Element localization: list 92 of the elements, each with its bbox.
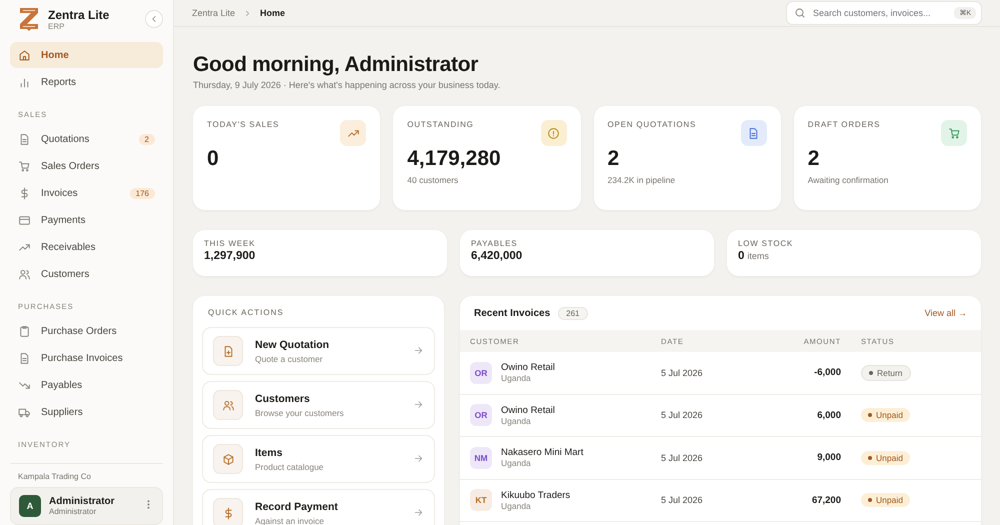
- table-cell-text: 9,000: [816, 452, 841, 464]
- customer-country: Uganda: [501, 373, 532, 384]
- summary-label: LOW STOCK: [738, 239, 794, 248]
- sidebar-item[interactable]: Suppliers: [10, 399, 163, 425]
- clipboard-icon: [18, 324, 31, 338]
- breadcrumb-item[interactable]: Zentra Lite: [192, 8, 236, 18]
- status-badge: Unpaid: [861, 493, 910, 508]
- user-role: Administrator: [49, 507, 98, 516]
- summary-unit: items: [747, 251, 769, 261]
- customer-country: Uganda: [501, 458, 532, 468]
- user-name: Administrator: [49, 496, 115, 507]
- sidebar-item[interactable]: Invoices 176: [10, 180, 163, 206]
- collapse-button[interactable]: [145, 10, 163, 28]
- sidebar-item[interactable]: Payables: [10, 372, 163, 398]
- table-cell-text: 5 Jul 2026: [661, 368, 704, 378]
- initials-avatar: OR: [470, 362, 492, 384]
- view-all-link[interactable]: View all →: [924, 308, 967, 318]
- arrow-right-icon: [413, 452, 424, 464]
- brand-name: Zentra Lite: [48, 8, 110, 22]
- stat-note: 40 customers: [407, 175, 460, 185]
- sidebar-item[interactable]: Quotations 2: [10, 126, 163, 152]
- quick-action[interactable]: Customers Browse your customers: [202, 381, 435, 429]
- customer-country: Uganda: [501, 416, 532, 426]
- brand-subtitle: ERP: [48, 22, 66, 30]
- arrow-right-icon: [413, 344, 424, 356]
- document-icon: [18, 352, 31, 364]
- document-icon: [18, 132, 31, 146]
- customer-name: Kikuubo Traders: [501, 490, 570, 501]
- stat-value: 2: [808, 147, 820, 171]
- breadcrumb-item: Home: [260, 8, 286, 18]
- summary-label: PAYABLES: [471, 239, 518, 248]
- alert-icon: [547, 126, 560, 140]
- stat-value: 4,179,280: [407, 147, 502, 171]
- count-badge: 261: [558, 306, 588, 320]
- user-avatar: A: [19, 495, 41, 517]
- count-badge: 176: [130, 188, 155, 198]
- users-icon: [222, 398, 234, 412]
- table-cell-text: 5 Jul 2026: [661, 452, 704, 463]
- summary-value: 0: [738, 250, 744, 262]
- company-name: Kampala Trading Co: [17, 472, 92, 483]
- stat-label: DRAFT ORDERS: [808, 120, 882, 129]
- quick-action[interactable]: Record Payment Against an invoice: [202, 489, 435, 525]
- customer-name: Owino Retail: [501, 362, 555, 374]
- arrow-right-icon: [413, 506, 424, 518]
- summary-value: 1,297,900: [204, 250, 256, 262]
- initials-avatar: KT: [470, 489, 492, 512]
- sidebar-item[interactable]: Payments: [10, 207, 163, 233]
- sidebar-item[interactable]: Purchase Orders: [10, 318, 163, 344]
- table-cell-text: -6,000: [813, 367, 841, 378]
- table-cell-text: 5 Jul 2026: [661, 410, 704, 420]
- stat-label: TODAY'S SALES: [207, 120, 280, 129]
- sidebar-item[interactable]: Customers: [10, 261, 163, 287]
- customer-name: Owino Retail: [501, 404, 555, 416]
- box-icon: [222, 452, 234, 466]
- stat-note: Awaiting confirmation: [808, 175, 890, 185]
- initials-avatar: NM: [470, 446, 492, 469]
- customer-name: Nakasero Mini Mart: [501, 447, 584, 458]
- panel-title: QUICK ACTIONS: [207, 308, 285, 319]
- sidebar-item[interactable]: Reports: [10, 69, 163, 95]
- stat-value: 2: [608, 147, 620, 171]
- status-badge: Unpaid: [861, 450, 910, 465]
- user-card[interactable]: A Administrator Administrator: [10, 487, 163, 525]
- table-cell-text: 67,200: [810, 494, 841, 506]
- users-icon: [18, 268, 31, 280]
- status-badge: Unpaid: [861, 408, 910, 422]
- stat-label: OUTSTANDING: [407, 120, 475, 129]
- summary-label: THIS WEEK: [204, 239, 256, 248]
- sidebar-item[interactable]: Receivables: [10, 234, 163, 260]
- greeting-title: Good morning, Administrator: [193, 53, 480, 77]
- sidebar-item[interactable]: Sales Orders: [10, 153, 163, 179]
- home-icon: [18, 48, 31, 62]
- stat-value: 0: [207, 147, 220, 171]
- arrow-right-icon: [413, 398, 424, 410]
- greeting-subtitle: Thursday, 9 July 2026 · Here's what's happening across your business today.: [193, 80, 502, 90]
- initials-avatar: OR: [470, 404, 492, 426]
- customer-country: Uganda: [501, 500, 532, 511]
- quick-action[interactable]: New Quotation Quote a customer: [202, 327, 435, 375]
- logo-icon: [18, 7, 40, 31]
- status-badge: Return: [861, 364, 911, 381]
- sidebar-item[interactable]: Purchase Invoices: [10, 345, 163, 371]
- cart-icon: [18, 160, 31, 172]
- stat-label: OPEN QUOTATIONS: [608, 120, 698, 129]
- quick-action[interactable]: Items Product catalogue: [202, 435, 435, 483]
- table-cell-text: 5 Jul 2026: [661, 495, 704, 506]
- credit-card-icon: [18, 214, 31, 226]
- cart-icon: [948, 126, 960, 140]
- sidebar-item[interactable]: Home: [10, 42, 163, 68]
- panel-title: Recent Invoices: [474, 308, 550, 318]
- summary-value: 6,420,000: [471, 250, 522, 262]
- table-cell-text: 6,000: [816, 410, 841, 421]
- count-badge: 2: [138, 134, 155, 144]
- stat-note: 234.2K in pipeline: [608, 175, 676, 185]
